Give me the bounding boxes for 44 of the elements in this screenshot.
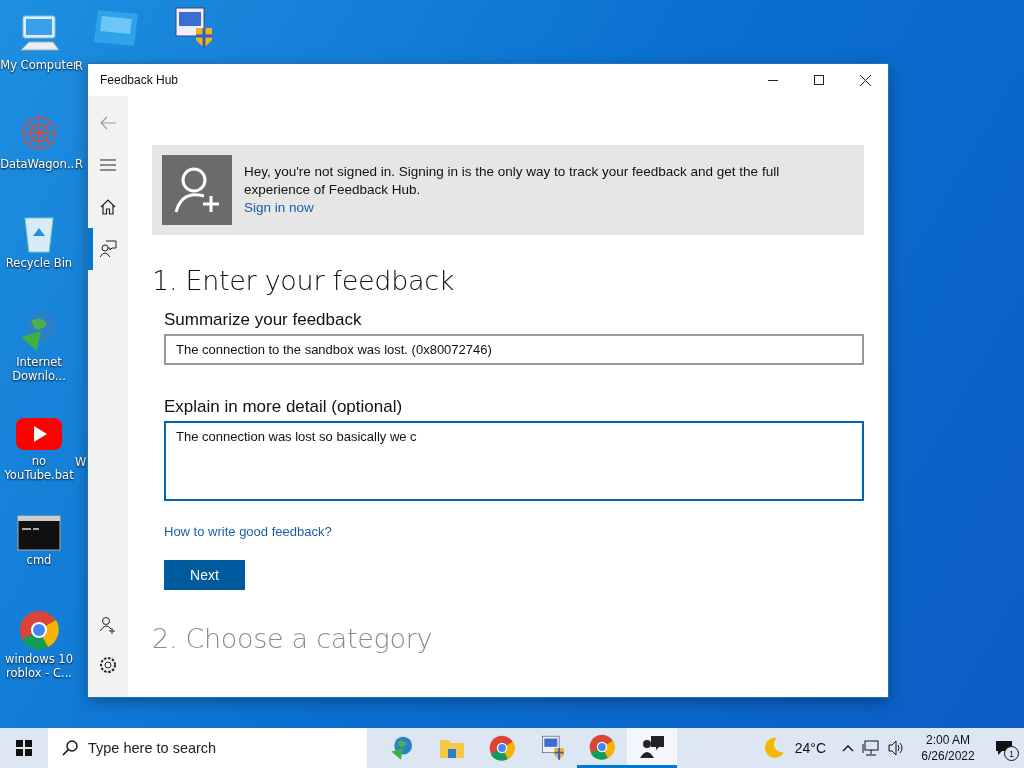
field-label: Summarize your feedback [164, 310, 363, 330]
close-icon [859, 74, 871, 86]
menu-icon[interactable] [100, 159, 116, 171]
add-person-icon[interactable] [99, 616, 117, 634]
desktop-icon-label[interactable]: W [75, 455, 87, 469]
globe-icon[interactable] [389, 735, 415, 761]
chrome-icon[interactable] [489, 735, 515, 761]
notifications-button[interactable]: 1 [984, 728, 1024, 768]
taskbar-app[interactable] [627, 728, 677, 768]
minimize-icon [768, 79, 778, 81]
sign-in-link[interactable]: Sign in now [244, 199, 809, 217]
home-icon[interactable] [100, 199, 116, 215]
add-person-icon [162, 155, 232, 225]
input-field[interactable]: The connection to the sandbox was lost. (0x80072746) [164, 334, 864, 365]
desktop-icon-label[interactable]: cmd [0, 553, 79, 567]
search-field[interactable]: Type here to search [48, 728, 367, 768]
next-button[interactable]: Next [164, 560, 245, 590]
back-arrow-icon[interactable] [99, 116, 117, 130]
desktop-icon-label[interactable]: windows 10 roblox - C... [0, 652, 79, 680]
network-icon[interactable] [862, 740, 880, 756]
field-label: Explain in more detail (optional) [164, 397, 404, 417]
clock[interactable]: 2:00 AM 6/26/2022 [912, 732, 984, 764]
banner-message: Hey, you're not signed in. Signing in is the only way to track your feedback and get the full experience of Feedback Hub. [244, 163, 781, 199]
installer-icon[interactable] [539, 735, 565, 761]
chevron-up-icon[interactable] [842, 744, 854, 752]
terminal-icon[interactable] [17, 515, 61, 551]
step-heading: 2. Choose a category [152, 623, 434, 654]
text-area[interactable]: The connection was lost so basically we c [164, 421, 864, 501]
search-icon [62, 740, 78, 756]
feedback-icon[interactable] [639, 733, 665, 760]
chrome-icon[interactable] [589, 733, 615, 760]
play-icon[interactable] [15, 416, 63, 452]
maximize-icon [814, 75, 824, 85]
speaker-icon[interactable] [888, 740, 904, 756]
step-heading: 1. Enter your feedback [152, 265, 456, 296]
chrome-icon[interactable] [19, 610, 59, 650]
desktop-icon-label[interactable]: Recycle Bin [0, 256, 79, 270]
windows-logo-icon [16, 740, 32, 756]
settings-icon[interactable] [99, 656, 117, 674]
desktop-icon-label[interactable]: Internet Downlo... [0, 355, 79, 383]
window-title: Feedback Hub [100, 73, 180, 87]
temperature[interactable]: 24°C [794, 740, 826, 756]
feedback-icon[interactable] [99, 240, 117, 258]
help-link[interactable]: How to write good feedback? [164, 524, 332, 539]
